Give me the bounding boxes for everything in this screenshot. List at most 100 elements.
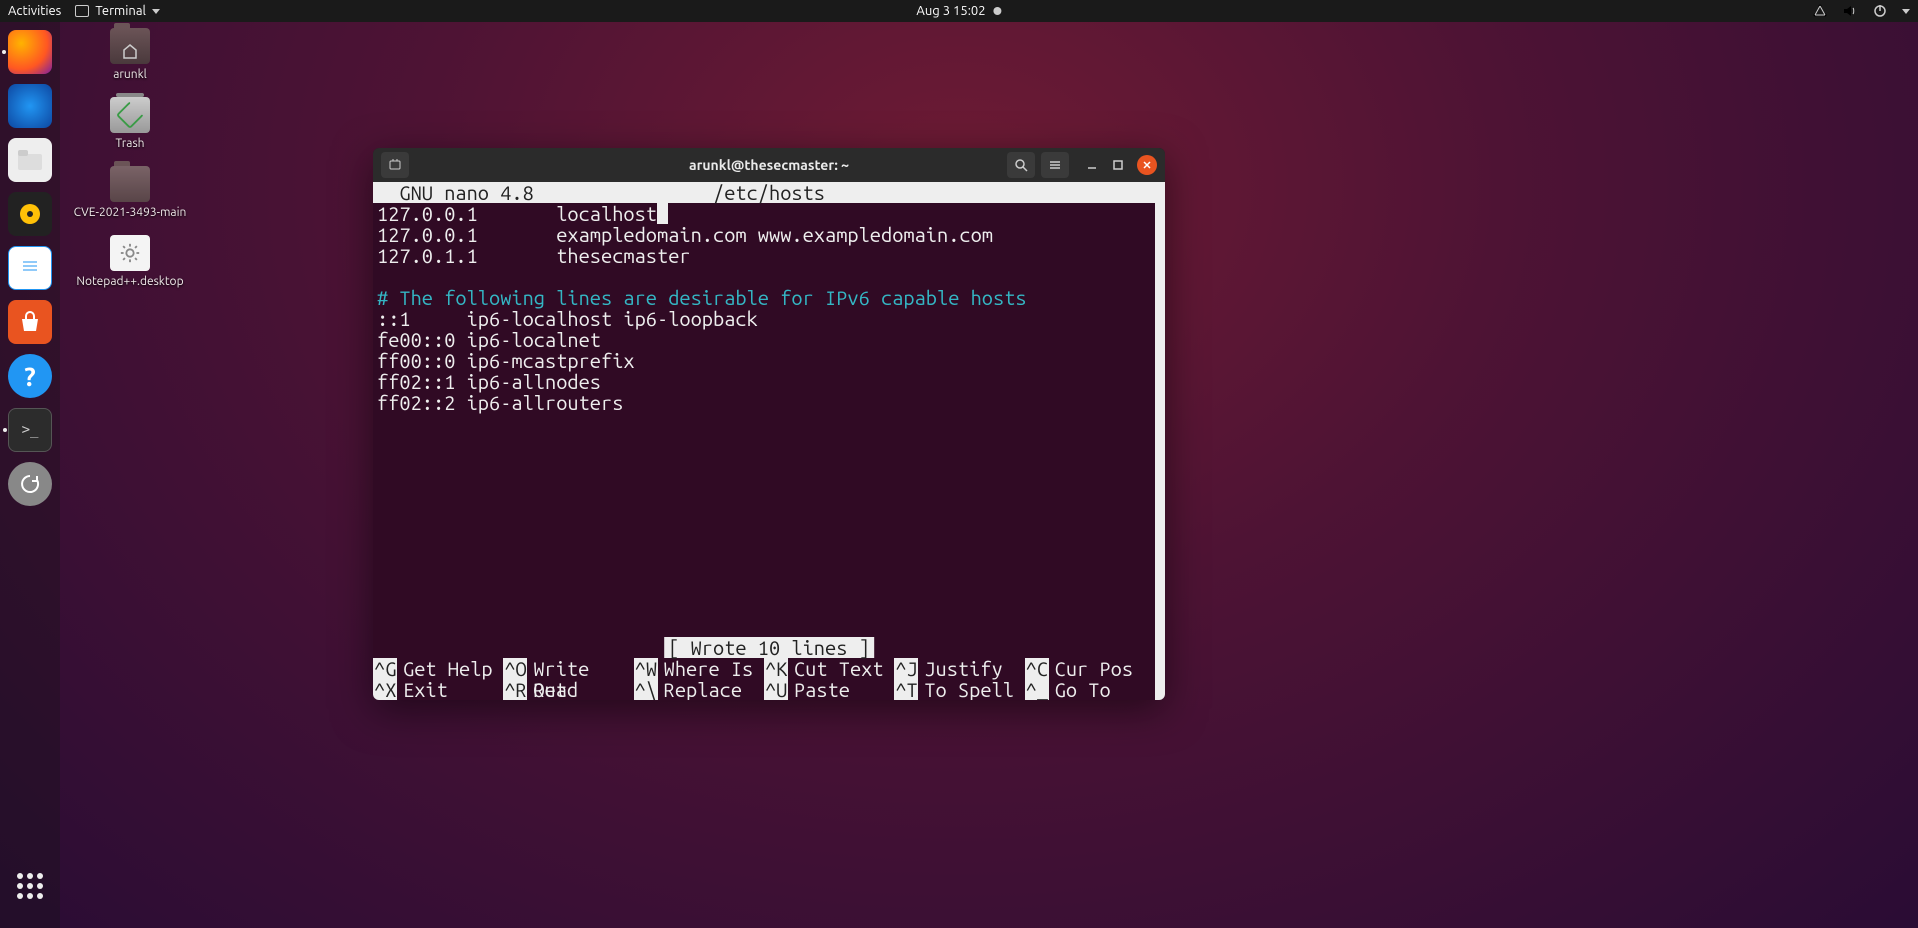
help-label: Write Out <box>527 658 633 679</box>
dock-app-help[interactable]: ? <box>8 354 52 398</box>
dock-app-software[interactable] <box>8 300 52 344</box>
file-line[interactable]: 127.0.0.1 localhost <box>377 203 1161 224</box>
cursor <box>657 203 668 224</box>
help-key: ^G <box>373 658 397 679</box>
file-line[interactable]: ff00::0 ip6-mcastprefix <box>377 350 1161 371</box>
help-key: ^U <box>764 679 788 700</box>
help-label: Read File <box>527 679 633 700</box>
file-line[interactable]: ff02::2 ip6-allrouters <box>377 392 1161 413</box>
desktop-icon-label: Notepad++.desktop <box>70 275 190 288</box>
nano-help-item[interactable]: ^KCut Text <box>764 658 894 679</box>
top-bar: Activities Terminal Aug 3 15:02 <box>0 0 1918 22</box>
help-label: To Spell <box>918 679 1014 700</box>
nano-editor-name: GNU nano 4.8 <box>377 182 534 203</box>
nano-help-item[interactable]: ^CCur Pos <box>1025 658 1155 679</box>
nano-header: GNU nano 4.8 /etc/hosts <box>373 182 1165 203</box>
show-applications-button[interactable] <box>8 864 52 908</box>
help-label: Cur Pos <box>1049 658 1133 679</box>
volume-icon[interactable] <box>1842 3 1858 19</box>
file-line[interactable] <box>377 266 1161 287</box>
terminal-icon <box>75 5 89 17</box>
help-key: ^\ <box>634 679 658 700</box>
file-line[interactable]: ::1 ip6-localhost ip6-loopback <box>377 308 1161 329</box>
app-menu-button[interactable]: Terminal <box>75 4 160 18</box>
help-label: Exit <box>397 679 448 700</box>
nano-help-item[interactable]: ^JJustify <box>894 658 1024 679</box>
minimize-button[interactable] <box>1085 158 1099 172</box>
help-key: ^T <box>894 679 918 700</box>
hamburger-menu-button[interactable] <box>1041 152 1069 178</box>
maximize-button[interactable] <box>1111 158 1125 172</box>
desktop-icon-folder-cve[interactable]: CVE-2021-3493-main <box>70 166 190 219</box>
nano-help-item[interactable]: ^WWhere Is <box>634 658 764 679</box>
launcher-icon <box>110 235 150 271</box>
nano-help-item[interactable]: ^TTo Spell <box>894 679 1024 700</box>
file-line[interactable]: # The following lines are desirable for … <box>377 287 1161 308</box>
network-icon[interactable] <box>1812 3 1828 19</box>
desktop-icon-label: Trash <box>70 137 190 150</box>
help-label: Cut Text <box>788 658 884 679</box>
desktop-icon-home[interactable]: arunkl <box>70 28 190 81</box>
home-folder-icon <box>110 28 150 64</box>
dock-app-terminal[interactable]: >_ <box>8 408 52 452</box>
app-menu-label: Terminal <box>95 4 146 18</box>
nano-help-item[interactable]: ^GGet Help <box>373 658 503 679</box>
nano-helpbar: ^GGet Help^XExit^OWrite Out^RRead File^W… <box>373 658 1155 700</box>
file-line[interactable]: fe00::0 ip6-localnet <box>377 329 1161 350</box>
window-title: arunkl@thesecmaster: ~ <box>689 157 849 173</box>
dock-app-firefox[interactable] <box>8 30 52 74</box>
dock-app-files[interactable] <box>8 138 52 182</box>
terminal-body[interactable]: GNU nano 4.8 /etc/hosts 127.0.0.1 localh… <box>373 182 1165 700</box>
file-line[interactable]: 127.0.0.1 exampledomain.com www.exampled… <box>377 224 1161 245</box>
terminal-titlebar[interactable]: arunkl@thesecmaster: ~ <box>373 148 1165 182</box>
desktop: arunkl Trash CVE-2021-3493-main Notepad+… <box>70 28 270 288</box>
help-key: ^X <box>373 679 397 700</box>
close-button[interactable] <box>1137 155 1157 175</box>
apps-grid-icon <box>17 873 43 899</box>
dock-app-thunderbird[interactable] <box>8 84 52 128</box>
desktop-icon-trash[interactable]: Trash <box>70 97 190 150</box>
help-key: ^C <box>1025 658 1049 679</box>
help-label: Get Help <box>397 658 493 679</box>
trash-icon <box>110 97 150 133</box>
dock-app-rhythmbox[interactable] <box>8 192 52 236</box>
help-key: ^R <box>503 679 527 700</box>
activities-button[interactable]: Activities <box>8 4 61 18</box>
clock[interactable]: Aug 3 15:02 <box>916 4 985 18</box>
help-key: ^W <box>634 658 658 679</box>
notification-dot-icon <box>994 7 1002 15</box>
chevron-down-icon[interactable] <box>1902 9 1910 14</box>
terminal-window: arunkl@thesecmaster: ~ GNU nano 4.8 /etc… <box>373 148 1165 700</box>
nano-help-item[interactable]: ^\Replace <box>634 679 764 700</box>
help-key: ^K <box>764 658 788 679</box>
dock-app-updater[interactable] <box>8 462 52 506</box>
nano-help-item[interactable]: ^OWrite Out <box>503 658 633 679</box>
help-label: Paste Text <box>788 679 894 700</box>
help-label: Go To Line <box>1049 679 1155 700</box>
scrollbar[interactable] <box>1155 203 1165 700</box>
nano-help-item[interactable]: ^RRead File <box>503 679 633 700</box>
nano-help-item[interactable]: ^XExit <box>373 679 503 700</box>
nano-help-item[interactable]: ^UPaste Text <box>764 679 894 700</box>
help-label: Where Is <box>658 658 754 679</box>
help-key: ^O <box>503 658 527 679</box>
nano-help-item[interactable]: ^_Go To Line <box>1025 679 1155 700</box>
file-content[interactable]: 127.0.0.1 localhost 127.0.0.1 exampledom… <box>373 203 1165 413</box>
file-line[interactable]: ff02::1 ip6-allnodes <box>377 371 1161 392</box>
help-key: ^J <box>894 658 918 679</box>
desktop-icon-notepadpp[interactable]: Notepad++.desktop <box>70 235 190 288</box>
help-label: Justify <box>918 658 1002 679</box>
help-key: ^_ <box>1025 679 1049 700</box>
nano-file-path: /etc/hosts <box>713 182 825 203</box>
power-icon[interactable] <box>1872 3 1888 19</box>
new-tab-button[interactable] <box>381 152 409 178</box>
dock-app-writer[interactable] <box>8 246 52 290</box>
chevron-down-icon <box>152 9 160 14</box>
folder-icon <box>110 166 150 202</box>
dock: ? >_ <box>0 22 60 928</box>
search-button[interactable] <box>1007 152 1035 178</box>
nano-status: [ Wrote 10 lines ] <box>664 637 874 658</box>
desktop-icon-label: CVE-2021-3493-main <box>70 206 190 219</box>
file-line[interactable]: 127.0.1.1 thesecmaster <box>377 245 1161 266</box>
help-label: Replace <box>658 679 742 700</box>
